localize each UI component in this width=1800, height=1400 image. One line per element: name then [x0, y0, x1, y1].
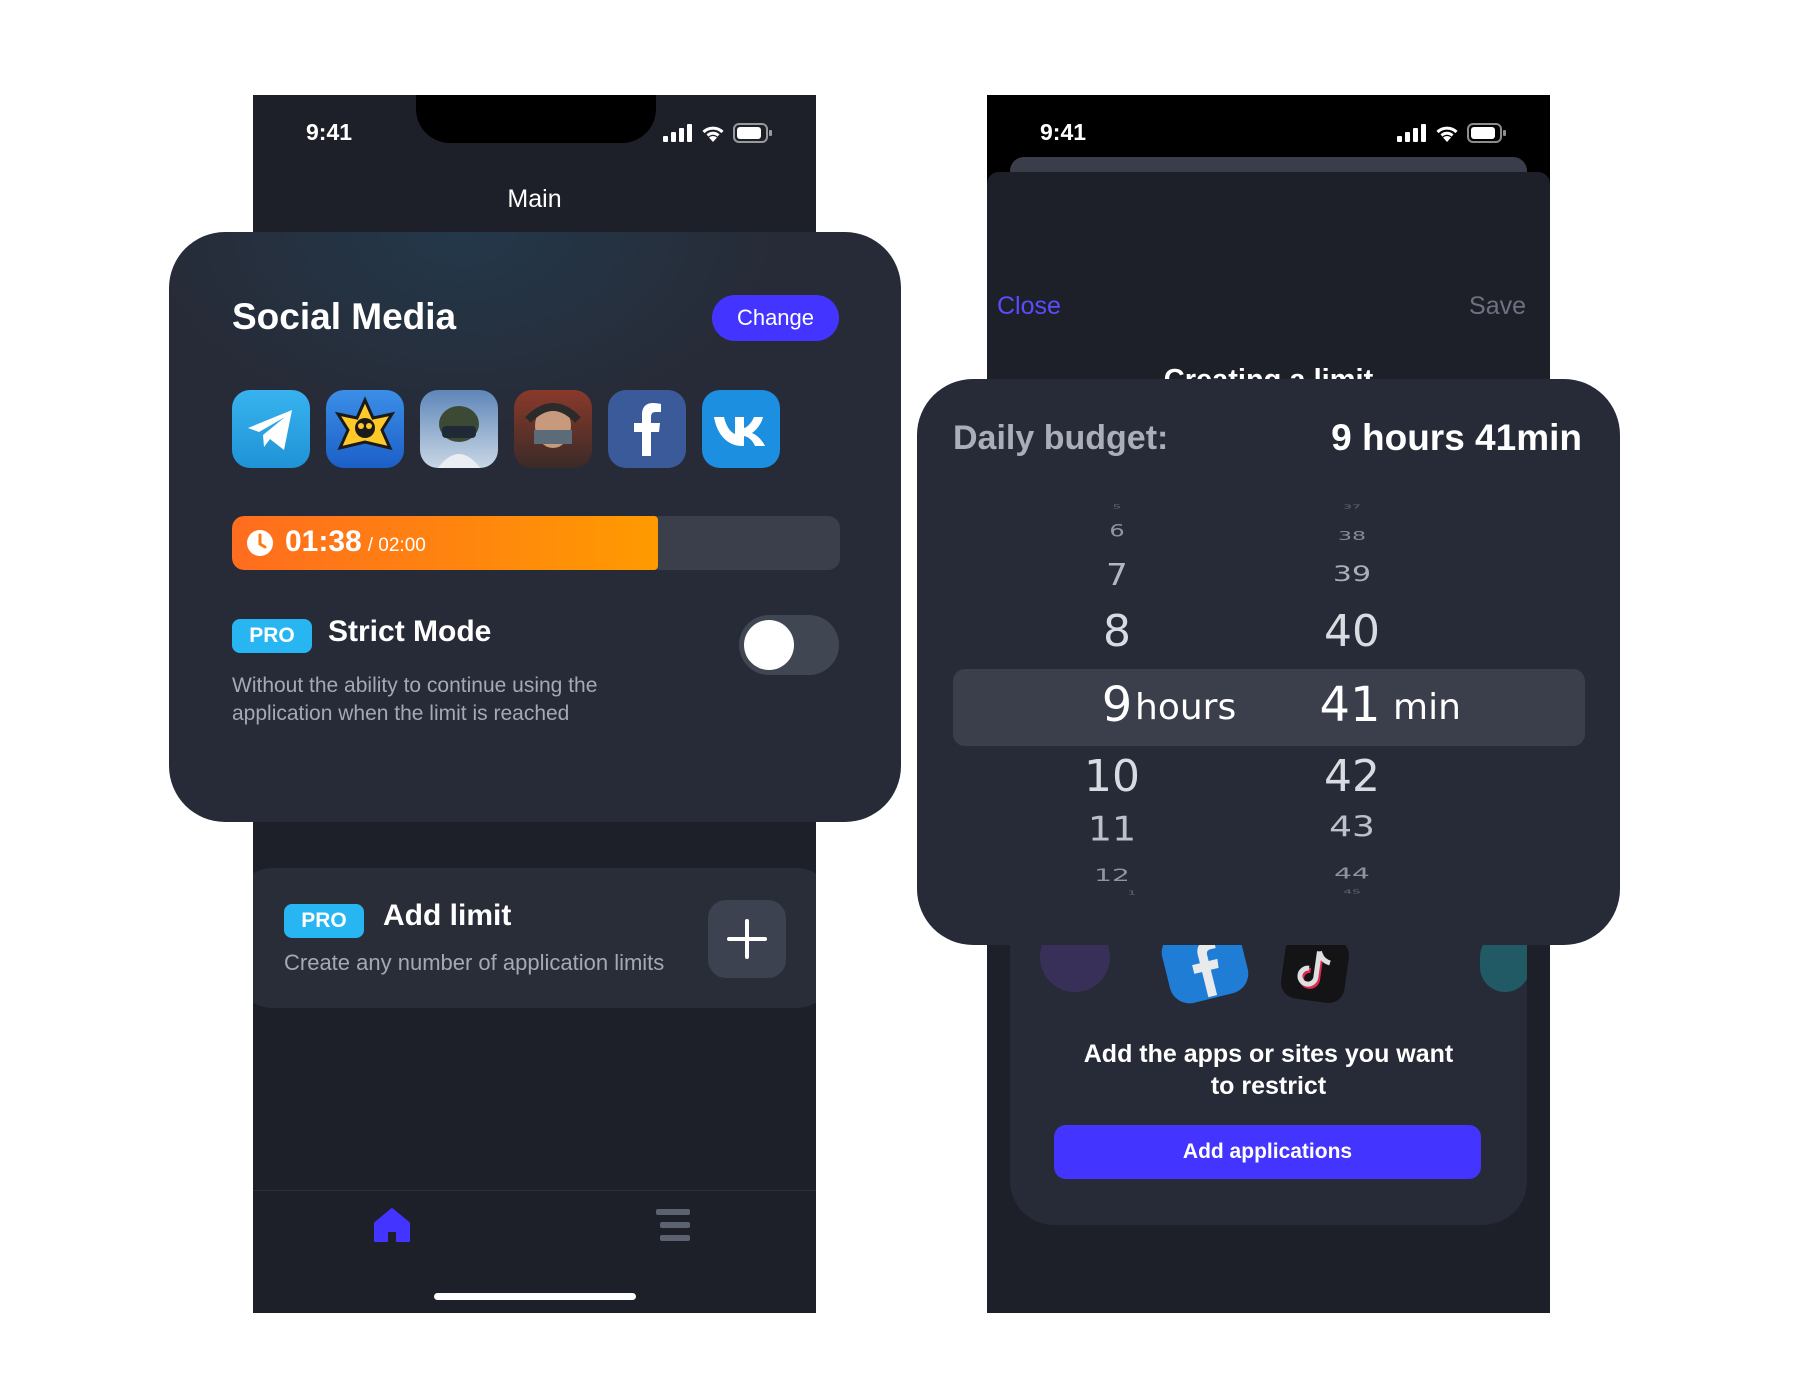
hour-option[interactable]: 7 — [1087, 557, 1147, 593]
timer-used: 01:38 — [285, 525, 362, 558]
minute-option[interactable]: 43 — [1297, 811, 1407, 844]
clock-icon — [247, 530, 273, 556]
hour-option[interactable]: 5 — [1087, 504, 1147, 510]
hour-option[interactable]: 12 — [1067, 866, 1157, 886]
tab-bar-divider — [253, 1190, 816, 1191]
status-time: 9:41 — [306, 119, 353, 145]
daily-budget-picker: Daily budget: 9 hours 41min 5 6 7 8 9 ho… — [917, 379, 1620, 945]
add-limit-card[interactable]: PRO Add limit Create any number of appli… — [253, 868, 816, 1008]
hour-option[interactable]: 6 — [1087, 521, 1147, 541]
pubg-icon — [420, 390, 498, 468]
nav-title: Main — [507, 185, 562, 213]
strict-mode-description: Without the ability to continue using th… — [232, 672, 597, 728]
apps-prompt-line-1: Add the apps or sites you want — [1083, 1040, 1454, 1068]
pro-badge: PRO — [284, 904, 364, 938]
facebook-icon — [608, 390, 686, 468]
strict-mode-toggle[interactable] — [739, 615, 839, 675]
add-applications-button[interactable]: Add applications — [1054, 1125, 1481, 1179]
minute-option[interactable]: 45 — [1307, 889, 1397, 895]
telegram-icon — [232, 390, 310, 468]
minute-option[interactable]: 40 — [1297, 606, 1407, 657]
minute-option[interactable]: 39 — [1307, 562, 1397, 587]
vk-icon — [702, 390, 780, 468]
status-icons — [663, 123, 773, 143]
hours-unit: hours — [1135, 687, 1237, 728]
minute-option[interactable]: 44 — [1297, 864, 1407, 882]
notch — [416, 95, 656, 143]
signal-icon — [663, 124, 692, 142]
add-limit-title: Add limit — [383, 899, 512, 932]
battery-icon — [1467, 123, 1506, 143]
group-title: Social Media — [232, 296, 457, 337]
budget-label: Daily budget: — [953, 419, 1169, 457]
minute-option[interactable]: 42 — [1297, 751, 1407, 802]
social-media-card: Social Media Change 01:38 / 02:00 PRO St… — [169, 232, 901, 822]
description-line-2: application when the limit is reached — [232, 702, 570, 725]
hour-option[interactable]: 1 — [1087, 890, 1177, 896]
minutes-unit: min — [1393, 687, 1461, 728]
signal-icon — [1397, 124, 1426, 142]
brawl-stars-icon — [326, 390, 404, 468]
home-icon — [374, 1208, 410, 1242]
timer-limit: / 02:00 — [367, 535, 426, 556]
wifi-icon — [702, 126, 724, 142]
wifi-icon — [1436, 126, 1458, 142]
status-time: 9:41 — [1040, 119, 1087, 145]
hour-option[interactable]: 11 — [1067, 809, 1157, 849]
plus-icon — [727, 919, 767, 959]
hour-option[interactable]: 8 — [1087, 606, 1147, 657]
status-icons — [1397, 123, 1507, 143]
add-limit-subtitle: Create any number of application limits — [284, 950, 665, 975]
hour-option[interactable]: 10 — [1067, 751, 1157, 802]
description-line-1: Without the ability to continue using th… — [232, 674, 598, 697]
close-button[interactable]: Close — [997, 292, 1061, 321]
tab-list[interactable] — [656, 1209, 690, 1246]
tab-home[interactable] — [373, 1207, 411, 1248]
pro-badge: PRO — [232, 619, 312, 653]
standoff-icon — [514, 390, 592, 468]
strict-mode-title: Strict Mode — [328, 615, 492, 648]
minute-selected[interactable]: 41 — [1295, 677, 1405, 733]
change-button[interactable]: Change — [712, 295, 839, 341]
save-button[interactable]: Save — [1469, 292, 1526, 321]
minute-option[interactable]: 37 — [1312, 504, 1392, 510]
home-indicator — [434, 1293, 636, 1300]
add-limit-button[interactable] — [708, 900, 786, 978]
timer-bar: 01:38 / 02:00 — [232, 516, 840, 570]
apps-prompt-line-2: to restrict — [1210, 1072, 1327, 1100]
list-icon — [656, 1209, 690, 1241]
picker-selection-highlight — [953, 669, 1585, 746]
battery-icon — [733, 123, 772, 143]
timer-text: 01:38 / 02:00 — [285, 525, 426, 559]
apps-card: Add the apps or sites you want to restri… — [1010, 932, 1527, 1225]
apps-prompt: Add the apps or sites you want to restri… — [1010, 1038, 1527, 1102]
budget-value: 9 hours 41min — [1331, 417, 1582, 458]
toggle-knob — [744, 620, 794, 670]
minute-option[interactable]: 38 — [1312, 530, 1392, 544]
